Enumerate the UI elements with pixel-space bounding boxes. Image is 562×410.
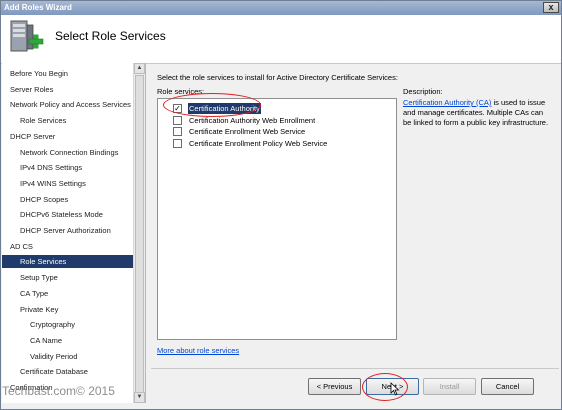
title-bar: Add Roles Wizard x <box>1 1 561 15</box>
watermark: Techbast.com© 2015 <box>2 384 115 398</box>
role-service-label: Certification Authority Web Enrollment <box>189 115 316 125</box>
close-button[interactable]: x <box>543 2 559 13</box>
sidebar-item[interactable]: Private Key <box>2 303 133 316</box>
sidebar-item[interactable]: Network Policy and Access Services <box>2 98 133 111</box>
sidebar-item[interactable]: Server Roles <box>2 83 133 96</box>
sidebar-scrollbar[interactable]: ▲ ▼ <box>133 63 145 403</box>
role-service-checkbox[interactable] <box>173 138 182 148</box>
wizard-header: Select Role Services <box>1 15 561 64</box>
previous-button[interactable]: < Previous <box>308 378 361 395</box>
page-title: Select Role Services <box>55 29 166 43</box>
role-service-checkbox[interactable]: ✓ <box>173 104 182 113</box>
sidebar-item[interactable]: DHCP Scopes <box>2 193 133 206</box>
role-service-row[interactable]: Certificate Enrollment Web Service <box>173 126 388 137</box>
scroll-down-arrow-icon[interactable]: ▼ <box>134 392 145 403</box>
role-service-row[interactable]: Certificate Enrollment Policy Web Servic… <box>173 138 388 149</box>
footer-divider <box>151 368 559 369</box>
sidebar-item[interactable]: Role Services <box>2 255 133 269</box>
sidebar-item[interactable]: Validity Period <box>2 350 133 363</box>
sidebar-item[interactable]: Setup Type <box>2 271 133 284</box>
role-service-row[interactable]: ✓ Certification Authority <box>173 103 388 114</box>
role-services-list[interactable]: ✓ Certification Authority Certification Au… <box>157 98 397 340</box>
wizard-window: Add Roles Wizard x Select Role Services … <box>0 0 562 410</box>
role-service-checkbox[interactable] <box>173 127 182 136</box>
wizard-steps-sidebar: ▲ ▼ Before You Begin Server Roles Network … <box>2 63 146 403</box>
description-link[interactable]: Certification Authority (CA) <box>403 98 491 107</box>
cancel-button[interactable]: Cancel <box>481 378 534 395</box>
sidebar-item[interactable]: Role Services <box>2 114 133 127</box>
window-title: Add Roles Wizard <box>4 3 72 12</box>
mouse-pointer-icon <box>390 382 400 396</box>
sidebar-item[interactable]: Cryptography <box>2 318 133 331</box>
role-service-checkbox[interactable] <box>173 115 182 125</box>
sidebar-item[interactable]: Network Connection Bindings <box>2 146 133 159</box>
sidebar-item[interactable]: Before You Begin <box>2 67 133 80</box>
sidebar-item[interactable]: IPv4 WINS Settings <box>2 177 133 190</box>
sidebar-item[interactable]: CA Type <box>2 287 133 300</box>
role-service-label: Certification Authority <box>188 103 261 114</box>
role-service-label: Certificate Enrollment Policy Web Servic… <box>189 138 328 148</box>
install-button[interactable]: Install <box>423 378 476 395</box>
close-icon: x <box>548 2 554 12</box>
role-service-row[interactable]: Certification Authority Web Enrollment <box>173 115 388 126</box>
server-add-icon <box>10 20 44 52</box>
description-text: Certification Authority (CA) is used to … <box>403 98 553 128</box>
main-content: Select the role services to install for … <box>151 65 561 375</box>
scrollbar-thumb[interactable] <box>135 75 144 393</box>
sidebar-item[interactable]: DHCP Server Authorization <box>2 224 133 237</box>
sidebar-item[interactable]: DHCPv6 Stateless Mode <box>2 208 133 221</box>
more-about-role-services-link[interactable]: More about role services <box>157 346 239 355</box>
sidebar-item[interactable]: IPv4 DNS Settings <box>2 161 133 174</box>
description-label: Description: <box>403 87 443 96</box>
scroll-up-arrow-icon[interactable]: ▲ <box>134 63 145 74</box>
sidebar-item[interactable]: AD CS <box>2 240 133 253</box>
sidebar-item[interactable]: DHCP Server <box>2 130 133 143</box>
sidebar-item[interactable]: Certificate Database <box>2 365 133 378</box>
sidebar-item[interactable]: CA Name <box>2 334 133 347</box>
role-services-label: Role services: <box>157 87 205 96</box>
role-service-label: Certificate Enrollment Web Service <box>189 127 306 136</box>
instructions-text: Select the role services to install for … <box>157 73 398 82</box>
